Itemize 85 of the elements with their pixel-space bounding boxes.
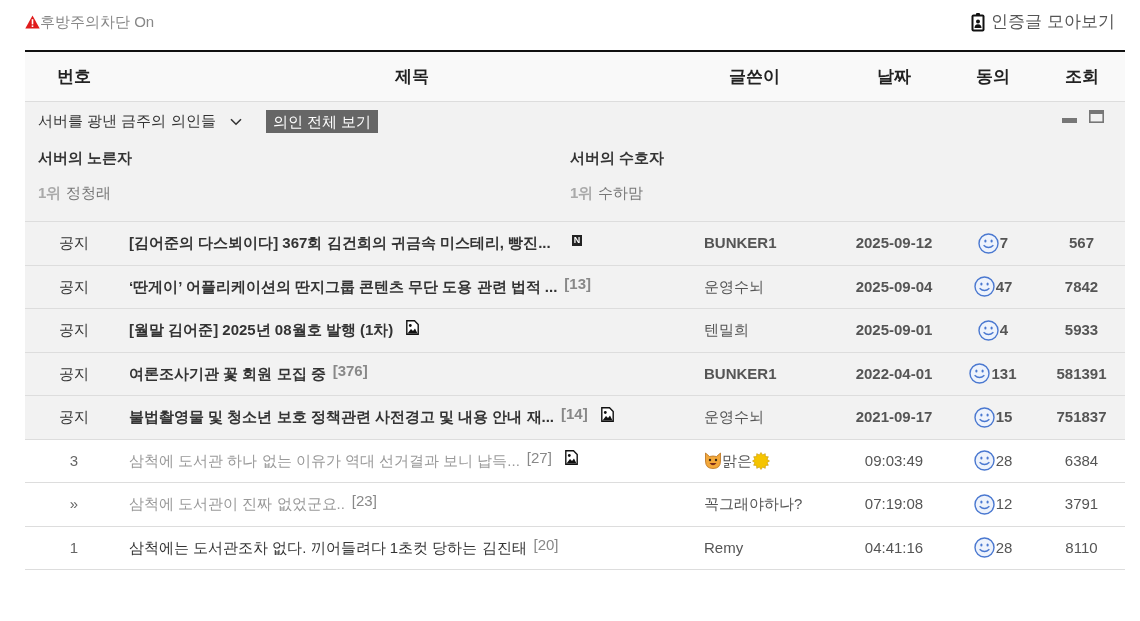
post-date: 2025-09-12 <box>855 233 933 253</box>
vote-count: 28 <box>995 537 1013 558</box>
filter-status-label[interactable]: 후방주의차단 On <box>40 10 155 34</box>
smiley-icon <box>973 493 995 515</box>
vote-count: 47 <box>995 276 1013 297</box>
vote-count: 15 <box>995 407 1013 427</box>
chevron-down-icon[interactable] <box>229 117 242 126</box>
author-name[interactable]: 운영수뇌 <box>704 406 764 429</box>
post-number: 공지 <box>59 320 89 340</box>
smiley-icon <box>973 450 995 472</box>
author-name[interactable]: 맑은 <box>722 449 752 472</box>
member-name[interactable]: 정청래 <box>66 181 112 204</box>
smiley-icon <box>977 232 999 254</box>
post-title[interactable]: ‘딴게이’ 어플리케이션의 딴지그룹 콘텐츠 무단 도용 관련 법적 ... <box>129 275 558 298</box>
table-row[interactable]: 공지 ‘딴게이’ 어플리케이션의 딴지그룹 콘텐츠 무단 도용 관련 법적 ... [13] 운영수뇌 2025-09-04 47 7842 <box>25 265 1125 309</box>
column-header: 번호 <box>57 65 91 88</box>
member-name[interactable]: 수하맘 <box>598 181 644 204</box>
comment-count[interactable]: [20] <box>533 533 559 556</box>
view-count: 7842 <box>1064 276 1099 297</box>
author-name[interactable]: 운영수뇌 <box>704 275 764 298</box>
column-header: 글쓴이 <box>728 65 780 88</box>
comment-count[interactable]: [27] <box>526 446 552 469</box>
comment-count[interactable]: [23] <box>351 490 377 513</box>
table-row[interactable]: 공지 [김어준의 다스뵈이다] 367회 김건희의 귀금속 미스테리, 빵진... N BUNKER1 2025-09-12 7 567 <box>25 222 1125 266</box>
cat-face-icon <box>704 452 722 470</box>
post-title[interactable]: 불법촬영물 및 청소년 보호 정책관련 사전경고 및 내용 안내 재... <box>129 406 554 429</box>
post-date: 2025-09-04 <box>855 276 933 297</box>
view-count: 581391 <box>1056 363 1107 384</box>
rank-label: 1위 <box>38 182 62 203</box>
view-all-button[interactable]: 의인 전체 보기 <box>265 110 378 133</box>
new-badge: N <box>571 234 583 246</box>
author-name[interactable]: BUNKER1 <box>704 362 777 385</box>
column-header: 조회 <box>1064 65 1099 88</box>
warning-icon <box>25 15 40 29</box>
column-header: 동의 <box>976 65 1010 88</box>
smiley-icon <box>969 363 991 385</box>
post-date: 04:41:16 <box>864 537 924 558</box>
smiley-icon <box>973 406 995 428</box>
sun-icon <box>752 451 770 470</box>
vote-count: 7 <box>999 233 1009 253</box>
post-date: 2021-09-17 <box>855 407 933 427</box>
smiley-icon <box>977 319 999 341</box>
smiley-icon <box>973 276 995 298</box>
vote-count: 12 <box>995 494 1013 514</box>
post-number: 공지 <box>59 233 89 253</box>
id-badge-icon <box>971 12 986 32</box>
post-number: 1 <box>69 537 79 558</box>
post-number: 공지 <box>59 407 89 427</box>
vote-count: 131 <box>991 363 1017 384</box>
author-name[interactable]: Remy <box>704 536 744 559</box>
section-title: 서버의 수호자 <box>570 148 666 168</box>
post-title[interactable]: [월말 김어준] 2025년 08월호 발행 (1차) <box>129 319 394 342</box>
table-row[interactable]: 공지 여론조사기관 꽃 회원 모집 중 [376] BUNKER1 2022-04-01 131 581391 <box>25 352 1125 396</box>
weekly-picks-dropdown[interactable]: 서버를 광낸 금주의 의인들 <box>38 110 216 133</box>
post-date: 2025-09-01 <box>855 320 933 340</box>
table-row[interactable]: 공지 불법촬영물 및 청소년 보호 정책관련 사전경고 및 내용 안내 재... [14] 운영수뇌 2021-09-17 15 751837 <box>25 396 1125 440</box>
post-number: 3 <box>69 450 79 471</box>
column-header: 날짜 <box>877 65 911 88</box>
view-count: 751837 <box>1056 407 1107 427</box>
maximize-icon[interactable] <box>1089 110 1104 123</box>
smiley-icon <box>973 537 995 559</box>
section-title: 서버의 노른자 <box>38 148 134 168</box>
verified-posts-link[interactable]: 인증글 모아보기 <box>991 9 1115 35</box>
column-header: 제목 <box>394 65 429 88</box>
post-title[interactable]: 여론조사기관 꽃 회원 모집 중 <box>129 362 326 385</box>
post-date: 09:03:49 <box>864 450 924 471</box>
vote-count: 4 <box>999 320 1009 340</box>
table-row[interactable]: 공지 [월말 김어준] 2025년 08월호 발행 (1차) 텐밀희 2025-09-01 4 5933 <box>25 309 1125 353</box>
author-name[interactable]: BUNKER1 <box>704 232 777 255</box>
view-count: 8110 <box>1065 537 1098 558</box>
post-title[interactable]: [김어준의 다스뵈이다] 367회 김건희의 귀금속 미스테리, 빵진... <box>129 232 551 255</box>
author-name[interactable]: 텐밀희 <box>704 319 749 342</box>
post-date: 2022-04-01 <box>855 363 933 384</box>
post-number: » <box>69 494 79 514</box>
view-count: 5933 <box>1064 320 1099 340</box>
post-number: 공지 <box>59 276 89 297</box>
post-date: 07:19:08 <box>864 494 924 514</box>
post-title[interactable]: 삼척에는 도서관조차 없다. 끼어들려다 1초컷 당하는 김진태 <box>129 536 527 559</box>
rank-label: 1위 <box>570 182 594 203</box>
view-count: 567 <box>1069 233 1094 253</box>
view-count: 6384 <box>1064 450 1099 471</box>
author-name[interactable]: 꼭그래야하나? <box>704 493 803 516</box>
vote-count: 28 <box>995 450 1013 471</box>
view-count: 3791 <box>1064 494 1099 514</box>
post-number: 공지 <box>59 363 89 384</box>
